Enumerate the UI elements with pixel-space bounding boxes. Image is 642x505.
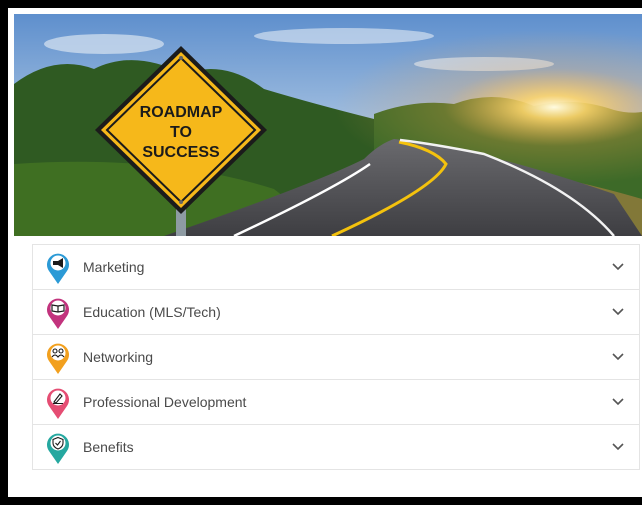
sign-line-1: ROADMAP: [140, 104, 223, 121]
accordion-label: Marketing: [83, 259, 145, 275]
people-icon: [47, 343, 69, 374]
accordion-item-networking[interactable]: Networking: [32, 335, 640, 380]
accordion-item-marketing[interactable]: Marketing: [32, 245, 640, 290]
accordion-label: Networking: [83, 349, 154, 365]
accordion-item-education[interactable]: Education (MLS/Tech): [32, 290, 640, 335]
chevron-down-icon[interactable]: [611, 306, 625, 316]
hero-image: ROADMAP TO SUCCESS: [14, 14, 642, 236]
accordion-item-benefits[interactable]: Benefits: [32, 425, 640, 470]
accordion-label: Professional Development: [83, 394, 247, 410]
chevron-down-icon[interactable]: [611, 351, 625, 361]
roadmap-accordion: Marketing Education (MLS/Tech) Networkin…: [32, 244, 640, 470]
chevron-down-icon[interactable]: [611, 441, 625, 451]
pen-icon: [47, 388, 69, 419]
shield-check-icon: [47, 433, 69, 464]
chevron-down-icon[interactable]: [611, 261, 625, 271]
accordion-item-professional-development[interactable]: Professional Development: [32, 380, 640, 425]
roadmap-banner: ROADMAP TO SUCCESS: [14, 14, 642, 236]
megaphone-icon: [47, 253, 69, 284]
book-icon: [47, 298, 69, 329]
sign-line-3: SUCCESS: [142, 144, 220, 161]
page-frame: ROADMAP TO SUCCESS Marketing Education (…: [0, 0, 642, 505]
sign-line-2: TO: [170, 124, 192, 141]
accordion-label: Benefits: [83, 439, 134, 455]
chevron-down-icon[interactable]: [611, 396, 625, 406]
content-panel: ROADMAP TO SUCCESS Marketing Education (…: [8, 8, 642, 497]
accordion-label: Education (MLS/Tech): [83, 304, 221, 320]
